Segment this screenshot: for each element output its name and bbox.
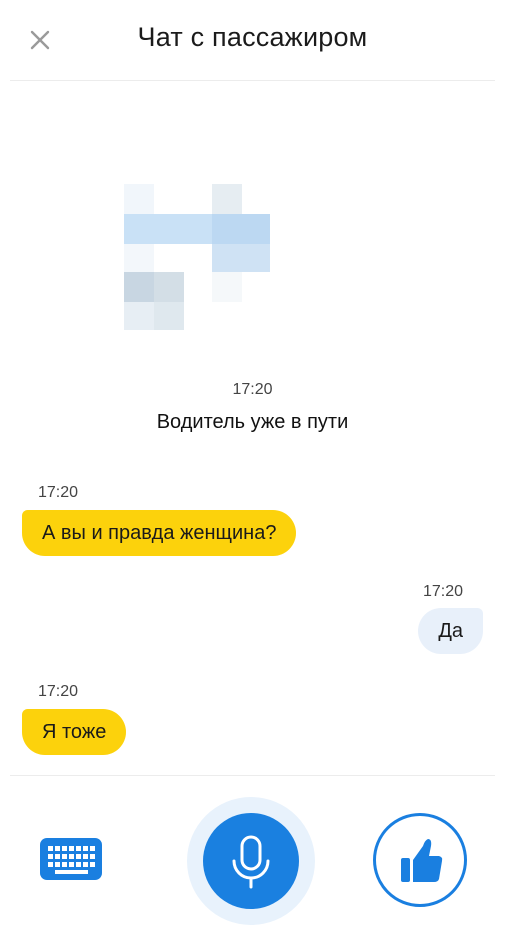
system-message-text: Водитель уже в пути xyxy=(156,411,349,433)
page-title: Чат с пассажиром xyxy=(137,22,368,52)
keyboard-button[interactable] xyxy=(40,838,102,880)
message-time: 17:20 xyxy=(38,484,79,501)
microphone-button[interactable] xyxy=(203,813,299,909)
pixelated-avatar-image xyxy=(124,184,272,334)
incoming-message-bubble[interactable]: Я тоже xyxy=(22,709,127,755)
system-message-time: 17:20 xyxy=(232,381,273,398)
chat-header: Чат с пассажиром xyxy=(0,0,505,80)
message-time: 17:20 xyxy=(38,683,79,700)
keyboard-icon xyxy=(40,838,102,880)
outgoing-message-bubble[interactable]: Да xyxy=(418,608,483,654)
incoming-message-bubble[interactable]: А вы и правда женщина? xyxy=(22,510,297,556)
footer-divider xyxy=(10,775,495,776)
message-time: 17:20 xyxy=(422,583,463,600)
microphone-icon xyxy=(232,835,270,889)
header-divider xyxy=(10,80,495,81)
like-button[interactable] xyxy=(373,813,467,907)
thumbs-up-icon xyxy=(401,839,443,882)
